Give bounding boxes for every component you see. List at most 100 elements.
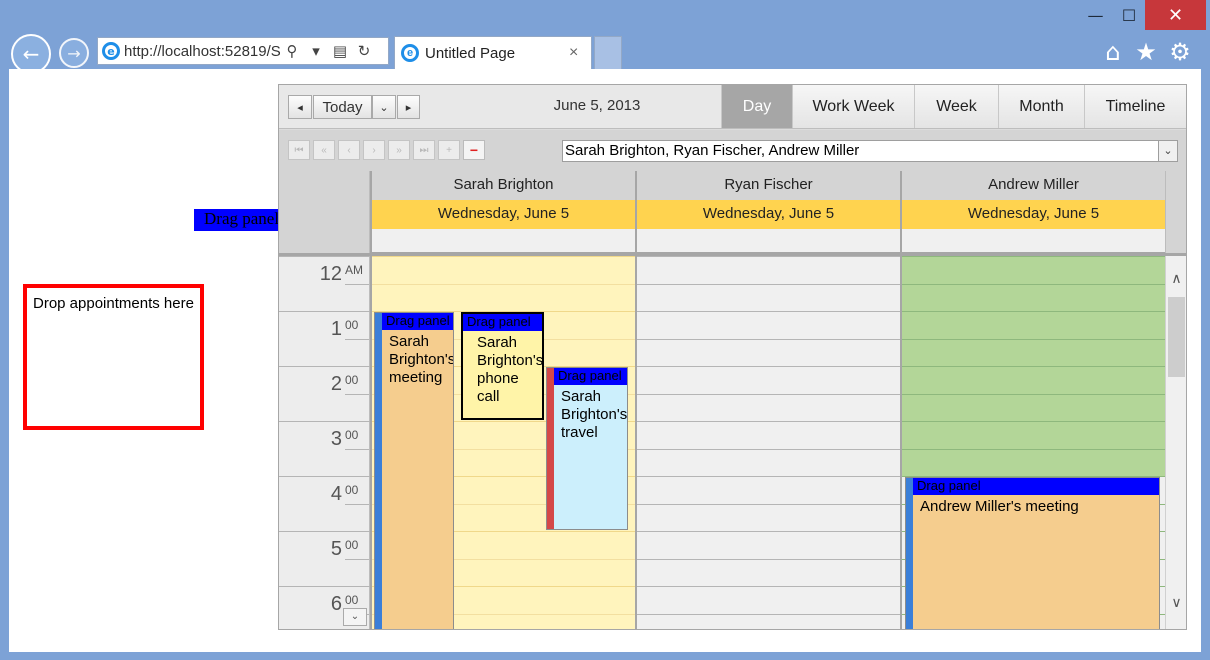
date-header-ryan: Wednesday, June 5 [635, 200, 900, 229]
hour-label: 3 [330, 428, 342, 450]
view-tab-day[interactable]: Day [721, 85, 792, 128]
settings-gear-icon[interactable]: ⚙ [1166, 38, 1194, 66]
add-resource-icon[interactable]: + [438, 140, 460, 160]
compatibility-view-icon[interactable]: ▤ [328, 42, 352, 60]
time-slot-label: 5 00 [279, 531, 370, 586]
view-tab-work-week[interactable]: Work Week [792, 85, 914, 128]
view-tab-week[interactable]: Week [914, 85, 998, 128]
search-icon[interactable]: ⚲ [280, 42, 304, 60]
hour-label: 1 [330, 318, 342, 340]
scroll-earlier-later-icon[interactable]: ⌄ [343, 608, 367, 626]
hour-label: 4 [330, 483, 342, 505]
time-slot[interactable] [637, 311, 900, 339]
day-column-ryan[interactable] [635, 256, 900, 629]
maximize-icon[interactable]: ☐ [1113, 0, 1145, 30]
next-page-resource-icon[interactable]: » [388, 140, 410, 160]
back-button[interactable]: ← [11, 34, 51, 74]
address-bar[interactable]: e http://localhost:52819/S ⚲ ▾ ▤ ↻ [97, 37, 389, 65]
all-day-cell-andrew[interactable] [900, 229, 1165, 253]
time-slot[interactable] [637, 338, 900, 367]
time-slot[interactable] [637, 393, 900, 422]
new-tab-button[interactable] [594, 36, 622, 69]
appointment-drag-panel[interactable]: Drag panel [382, 313, 453, 330]
today-dropdown-button[interactable]: ⌄ [372, 95, 396, 119]
time-slot[interactable] [902, 283, 1165, 312]
time-slot[interactable] [902, 311, 1165, 339]
time-slot[interactable] [902, 366, 1165, 394]
appointment-subject: Sarah Brighton's meeting [389, 333, 454, 386]
next-day-button[interactable]: ▸ [397, 95, 420, 119]
time-slot[interactable] [637, 366, 900, 394]
time-slot[interactable] [902, 448, 1165, 477]
appointment[interactable]: Drag panel Andrew Miller's meeting [905, 477, 1160, 629]
time-slot[interactable] [637, 448, 900, 477]
header-scroll-spacer [1165, 171, 1186, 253]
day-column-sarah[interactable]: Drag panel Sarah Brighton's meeting Drag p… [370, 256, 635, 629]
address-dropdown-icon[interactable]: ▾ [304, 42, 328, 60]
half-hour-tick [345, 339, 369, 340]
appointment[interactable]: Drag panel Sarah Brighton's travel [546, 367, 628, 530]
time-slot[interactable] [637, 558, 900, 587]
vertical-scrollbar[interactable]: ∧ ∨ [1165, 256, 1186, 629]
minute-label: 00 [345, 318, 359, 332]
browser-tab[interactable]: e Untitled Page × [394, 36, 592, 69]
today-button[interactable]: Today [313, 95, 372, 119]
back-arrow-icon: ← [22, 42, 40, 66]
remove-resource-icon[interactable]: − [463, 140, 485, 160]
time-slot[interactable] [637, 613, 900, 630]
appointment-drag-panel[interactable]: Drag panel [554, 368, 627, 385]
next-resource-icon[interactable]: › [363, 140, 385, 160]
scroll-thumb[interactable] [1168, 297, 1185, 377]
resources-dropdown-icon[interactable]: ⌄ [1158, 141, 1177, 161]
time-slot[interactable] [637, 283, 900, 312]
time-slot[interactable] [372, 256, 635, 284]
prev-resource-icon[interactable]: ‹ [338, 140, 360, 160]
favorites-star-icon[interactable]: ★ [1132, 38, 1160, 66]
drop-zone[interactable]: Drop appointments here [23, 284, 204, 430]
resources-value: Sarah Brighton, Ryan Fischer, Andrew Mil… [565, 142, 860, 159]
prev-day-button[interactable]: ◂ [288, 95, 312, 119]
time-slot[interactable] [637, 531, 900, 559]
appointment[interactable]: Drag panel Sarah Brighton's meeting [374, 312, 454, 629]
close-window-icon[interactable]: ✕ [1145, 0, 1206, 30]
view-tab-timeline[interactable]: Timeline [1084, 85, 1186, 128]
resources-combobox[interactable]: Sarah Brighton, Ryan Fischer, Andrew Mil… [562, 140, 1178, 162]
all-day-cell-ryan[interactable] [635, 229, 900, 253]
resource-header-ryan: Ryan Fischer [635, 171, 900, 200]
home-icon[interactable]: ⌂ [1099, 38, 1127, 66]
appointment-subject: Sarah Brighton's phone call [477, 334, 544, 405]
view-tab-month[interactable]: Month [998, 85, 1084, 128]
last-resource-icon[interactable]: ⏭ [413, 140, 435, 160]
time-slot[interactable] [372, 283, 635, 312]
day-column-andrew[interactable]: Drag panel Andrew Miller's meeting [900, 256, 1165, 629]
tab-close-icon[interactable]: × [569, 44, 591, 62]
refresh-icon[interactable]: ↻ [352, 42, 376, 60]
all-day-cell-sarah[interactable] [370, 229, 635, 253]
header-corner [279, 171, 370, 253]
minute-label: 00 [345, 538, 359, 552]
time-slot[interactable] [902, 421, 1165, 449]
first-resource-icon[interactable]: ⏮ [288, 140, 310, 160]
drop-zone-label: Drop appointments here [33, 295, 194, 312]
prev-page-resource-icon[interactable]: « [313, 140, 335, 160]
hour-label: 12 [319, 263, 342, 285]
time-slot[interactable] [637, 476, 900, 504]
time-slot[interactable] [902, 338, 1165, 367]
scroll-up-icon[interactable]: ∧ [1166, 270, 1186, 287]
time-slot[interactable] [637, 421, 900, 449]
time-slot[interactable] [637, 503, 900, 532]
time-slot[interactable] [902, 393, 1165, 422]
appointment-drag-panel[interactable]: Drag panel [913, 478, 1159, 495]
minute-label: 00 [345, 428, 359, 442]
status-bar [375, 313, 382, 629]
forward-button[interactable]: → [59, 38, 89, 68]
appointment[interactable]: Drag panel Sarah Brighton's phone call [461, 312, 544, 420]
time-slot-label: 12 AM [279, 256, 370, 311]
appointment-drag-panel[interactable]: Drag panel [463, 314, 542, 331]
time-slot[interactable] [637, 586, 900, 614]
time-slot[interactable] [637, 256, 900, 284]
scroll-down-icon[interactable]: ∨ [1166, 594, 1186, 611]
time-slot[interactable] [902, 256, 1165, 284]
address-url[interactable]: http://localhost:52819/S [124, 43, 280, 60]
minimize-icon[interactable]: — [1078, 0, 1113, 30]
